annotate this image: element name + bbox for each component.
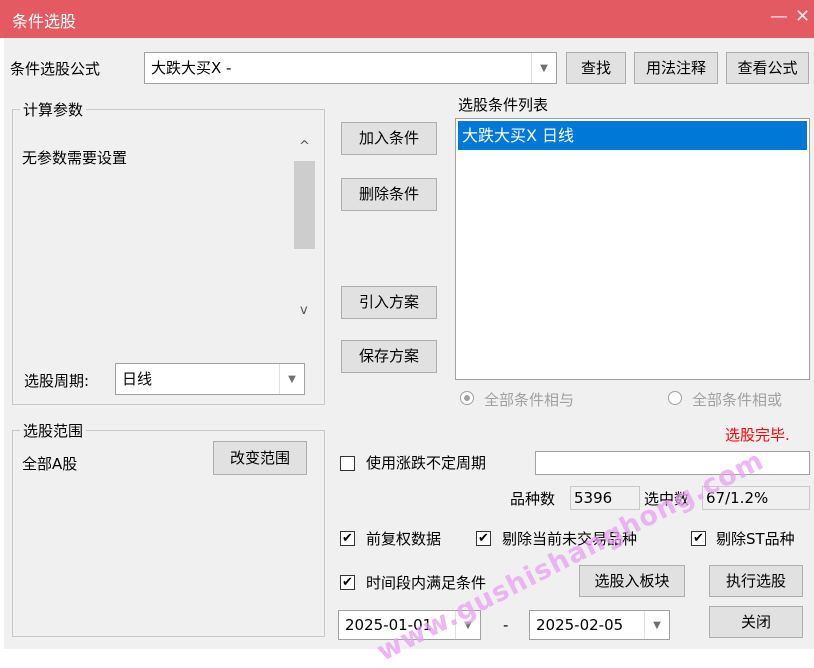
find-button[interactable]: 查找 — [566, 52, 626, 84]
to-block-button[interactable]: 选股入板块 — [579, 565, 685, 597]
window-title: 条件选股 — [12, 12, 77, 31]
checkmark-icon: ✔ — [478, 531, 489, 546]
irregular-period-checkbox[interactable] — [340, 456, 355, 471]
formula-value: 大跌大买X - — [151, 59, 232, 77]
date-to-value: 2025-02-05 — [536, 616, 624, 634]
scope-value: 全部A股 — [22, 455, 78, 473]
chevron-down-icon[interactable]: ▼ — [279, 364, 304, 394]
delete-condition-button[interactable]: 删除条件 — [341, 178, 437, 211]
close-button[interactable]: 关闭 — [709, 606, 803, 638]
count-label: 品种数 — [510, 490, 556, 508]
count-value: 5396 — [570, 486, 640, 510]
scope-group-label: 选股范围 — [20, 420, 87, 441]
params-scrollbar[interactable]: ^ v — [292, 133, 318, 328]
save-plan-button[interactable]: 保存方案 — [341, 340, 437, 373]
change-scope-button[interactable]: 改变范围 — [213, 441, 307, 475]
params-group-label: 计算参数 — [20, 99, 87, 120]
list-item[interactable]: 大跌大买X 日线 — [458, 121, 807, 150]
usage-button[interactable]: 用法注释 — [634, 52, 718, 84]
chevron-down-icon[interactable]: ▼ — [531, 53, 556, 83]
irregular-period-label: 使用涨跌不定周期 — [366, 454, 487, 472]
params-text: 无参数需要设置 — [22, 149, 128, 167]
period-label: 选股周期: — [24, 372, 90, 390]
condition-list[interactable]: 大跌大买X 日线 — [455, 118, 810, 380]
time-range-checkbox[interactable]: ✔ — [340, 575, 355, 590]
restored-label: 前复权数据 — [366, 530, 442, 548]
checkmark-icon: ✔ — [342, 575, 353, 590]
chevron-down-icon[interactable]: ▼ — [644, 611, 669, 639]
status-text: 选股完毕. — [725, 426, 790, 444]
checkmark-icon: ✔ — [342, 531, 353, 546]
title-bar: 条件选股 — ✕ — [0, 0, 814, 38]
checkmark-icon: ✔ — [693, 531, 704, 546]
chevron-up-icon[interactable]: ^ — [299, 139, 310, 154]
exclude-untraded-checkbox[interactable]: ✔ — [476, 531, 491, 546]
date-to-picker[interactable]: 2025-02-05 ▼ — [529, 610, 670, 640]
condition-list-title: 选股条件列表 — [458, 96, 549, 114]
add-condition-button[interactable]: 加入条件 — [341, 122, 437, 155]
exclude-st-checkbox[interactable]: ✔ — [691, 531, 706, 546]
close-icon[interactable]: ✕ — [795, 6, 810, 27]
date-separator: - — [503, 616, 509, 634]
restored-checkbox[interactable]: ✔ — [340, 531, 355, 546]
period-value: 日线 — [122, 370, 153, 388]
import-plan-button[interactable]: 引入方案 — [341, 286, 437, 319]
view-formula-button[interactable]: 查看公式 — [726, 52, 809, 84]
exclude-st-label: 剔除ST品种 — [716, 530, 795, 548]
radio-or[interactable] — [668, 391, 682, 405]
radio-and-label: 全部条件相与 — [484, 391, 575, 409]
formula-select[interactable]: 大跌大买X - ▼ — [144, 52, 557, 84]
formula-label: 条件选股公式 — [10, 60, 101, 78]
minimize-icon[interactable]: — — [770, 6, 788, 27]
scroll-thumb[interactable] — [294, 161, 315, 249]
period-select[interactable]: 日线 ▼ — [115, 363, 305, 395]
chevron-down-icon[interactable]: v — [300, 303, 308, 318]
radio-or-label: 全部条件相或 — [692, 391, 783, 409]
radio-and[interactable] — [460, 391, 474, 405]
execute-button[interactable]: 执行选股 — [709, 565, 803, 597]
